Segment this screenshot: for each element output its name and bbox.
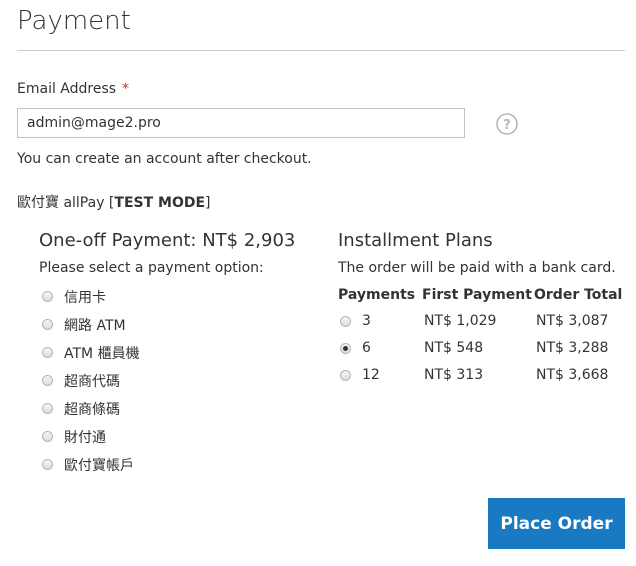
one-off-option-label[interactable]: 超商條碼 xyxy=(64,399,120,419)
place-order-button[interactable]: Place Order xyxy=(488,498,625,549)
method-name: 歐付寶 allPay [ xyxy=(17,195,115,211)
svg-text:?: ? xyxy=(503,118,511,133)
installments-heading: Installment Plans xyxy=(338,230,493,251)
account-note: You can create an account after checkout… xyxy=(17,151,312,167)
method-close: ] xyxy=(205,195,211,211)
one-off-prompt: Please select a payment option: xyxy=(39,260,264,276)
method-mode: TEST MODE xyxy=(114,195,206,211)
email-label: Email Address * xyxy=(17,81,129,97)
column-header-order-total: Order Total xyxy=(534,287,623,303)
one-off-option-radio[interactable] xyxy=(42,347,53,358)
one-off-option-label[interactable]: 網路 ATM xyxy=(64,315,126,335)
installment-radio[interactable] xyxy=(340,316,351,327)
one-off-option-label[interactable]: 超商代碼 xyxy=(64,371,120,391)
one-off-option-label[interactable]: 財付通 xyxy=(64,427,106,447)
one-off-option-radio[interactable] xyxy=(42,291,53,302)
title-divider xyxy=(17,50,625,51)
payment-method-title: 歐付寶 allPay [TEST MODE] xyxy=(17,192,211,212)
installment-radio[interactable] xyxy=(340,343,351,354)
installment-first-payment: NT$ 1,029 xyxy=(424,313,497,329)
column-header-payments: Payments xyxy=(338,287,416,303)
installment-order-total: NT$ 3,288 xyxy=(536,340,609,356)
installment-order-total: NT$ 3,087 xyxy=(536,313,609,329)
installments-prompt: The order will be paid with a bank card. xyxy=(338,260,616,276)
page-title: Payment xyxy=(17,6,131,36)
one-off-option-radio[interactable] xyxy=(42,403,53,414)
installment-payments: 6 xyxy=(362,340,371,356)
one-off-option-label[interactable]: ATM 櫃員機 xyxy=(64,343,140,363)
installment-payments: 12 xyxy=(362,367,380,383)
one-off-option-radio[interactable] xyxy=(42,319,53,330)
one-off-option-radio[interactable] xyxy=(42,431,53,442)
required-marker: * xyxy=(122,81,130,97)
one-off-option-label[interactable]: 歐付寶帳戶 xyxy=(64,455,134,475)
one-off-option-radio[interactable] xyxy=(42,459,53,470)
one-off-heading: One-off Payment: NT$ 2,903 xyxy=(39,230,296,251)
question-circle-icon[interactable]: ? xyxy=(496,113,518,135)
installment-first-payment: NT$ 548 xyxy=(424,340,484,356)
one-off-option-label[interactable]: 信用卡 xyxy=(64,287,106,307)
installment-radio[interactable] xyxy=(340,370,351,381)
column-header-first-payment: First Payment xyxy=(422,287,532,303)
installment-first-payment: NT$ 313 xyxy=(424,367,484,383)
email-label-text: Email Address xyxy=(17,81,117,97)
one-off-option-radio[interactable] xyxy=(42,375,53,386)
installment-order-total: NT$ 3,668 xyxy=(536,367,609,383)
installment-payments: 3 xyxy=(362,313,371,329)
email-field[interactable] xyxy=(17,108,465,138)
